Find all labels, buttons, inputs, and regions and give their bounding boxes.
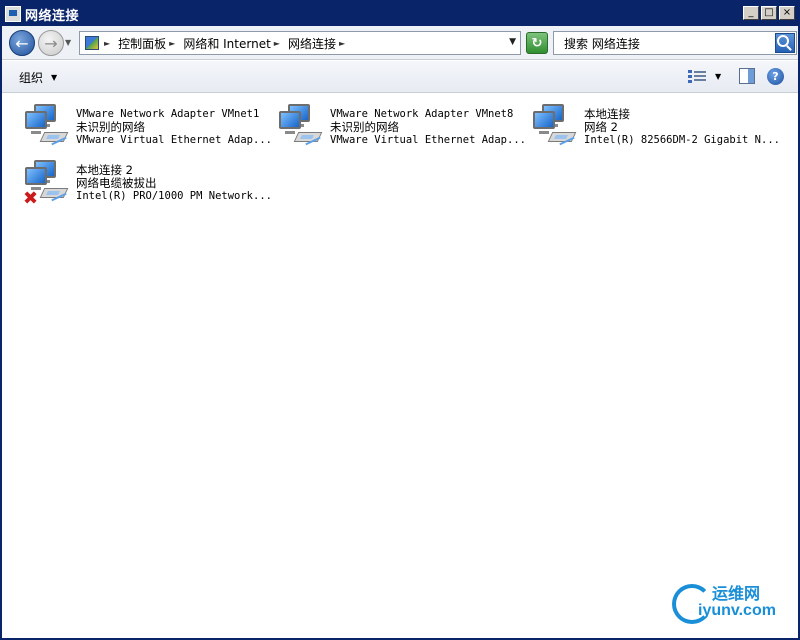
chevron-right-icon[interactable]: ► [274, 39, 280, 48]
connection-status: 网络电缆被拔出 [76, 176, 157, 190]
arrow-left-icon: ← [15, 33, 29, 53]
back-button[interactable]: ← [9, 30, 35, 56]
connection-status: 网络 2 [584, 120, 618, 134]
chevron-right-icon[interactable]: ► [169, 39, 175, 48]
network-adapter-icon [22, 100, 70, 148]
network-adapter-icon [530, 100, 578, 148]
network-adapter-icon: ✖ [22, 156, 70, 208]
breadcrumb-network-connections[interactable]: 网络连接 [288, 35, 336, 52]
navigation-bar: ← → ▼ ► 控制面板 ► 网络和 Internet ► 网络连接 ► ▼ ↻… [2, 26, 798, 60]
connection-device: VMware Virtual Ethernet Adap... [76, 134, 272, 146]
connection-status: 未识别的网络 [330, 120, 399, 134]
control-panel-icon [83, 34, 101, 52]
connection-item-local-2[interactable]: ✖ 本地连接 2 网络电缆被拔出 Intel(R) PRO/1000 PM Ne… [22, 156, 272, 210]
maximize-button[interactable]: □ [761, 6, 777, 20]
window-icon [5, 6, 21, 22]
breadcrumb-network-internet[interactable]: 网络和 Internet [183, 35, 270, 52]
watermark-logo: 运维网 iyunv.com [672, 578, 792, 628]
connection-device: VMware Virtual Ethernet Adap... [330, 134, 526, 146]
refresh-button[interactable]: ↻ [526, 32, 548, 54]
forward-button[interactable]: → [38, 30, 64, 56]
minimize-button[interactable]: _ [743, 6, 759, 20]
search-box[interactable]: 搜索 网络连接 [553, 31, 797, 55]
arrow-right-icon: → [44, 33, 58, 53]
breadcrumb-control-panel[interactable]: 控制面板 [118, 35, 166, 52]
organize-menu-button[interactable]: 组织 ▼ [19, 69, 57, 86]
connection-device: Intel(R) 82566DM-2 Gigabit N... [584, 134, 780, 146]
recent-pages-dropdown[interactable]: ▼ [65, 38, 71, 47]
chevron-down-icon: ▼ [51, 73, 58, 82]
refresh-icon: ↻ [531, 35, 543, 51]
network-adapter-icon [276, 100, 324, 148]
chevron-right-icon[interactable]: ► [104, 39, 110, 48]
disconnected-x-icon: ✖ [23, 188, 39, 209]
organize-label: 组织 [19, 71, 44, 85]
help-icon[interactable]: ? [767, 68, 784, 85]
window: 网络连接 _ □ × ← → ▼ ► 控制面板 ► 网络和 Internet ►… [0, 0, 800, 640]
window-title: 网络连接 [25, 8, 80, 24]
views-icon[interactable] [688, 69, 706, 85]
title-bar[interactable]: 网络连接 _ □ × [2, 2, 798, 26]
address-bar[interactable]: ► 控制面板 ► 网络和 Internet ► 网络连接 ► ▼ [79, 31, 521, 55]
preview-pane-icon[interactable] [739, 68, 755, 84]
watermark-text-top: 运维网 [712, 584, 761, 603]
close-button[interactable]: × [779, 6, 795, 20]
window-controls: _ □ × [743, 6, 795, 20]
connection-item-vmnet1[interactable]: VMware Network Adapter VMnet1 未识别的网络 VMw… [22, 100, 272, 154]
watermark-text-bottom: iyunv.com [698, 602, 776, 619]
connection-status: 未识别的网络 [76, 120, 145, 134]
views-dropdown[interactable]: ▼ [715, 72, 721, 81]
search-input[interactable]: 搜索 网络连接 [564, 35, 640, 52]
address-history-dropdown[interactable]: ▼ [509, 37, 516, 47]
connection-item-vmnet8[interactable]: VMware Network Adapter VMnet8 未识别的网络 VMw… [276, 100, 526, 154]
search-icon[interactable] [775, 33, 795, 53]
connection-item-local[interactable]: 本地连接 网络 2 Intel(R) 82566DM-2 Gigabit N..… [530, 100, 780, 154]
chevron-right-icon[interactable]: ► [339, 39, 345, 48]
connections-list: VMware Network Adapter VMnet1 未识别的网络 VMw… [2, 94, 798, 638]
command-bar: 组织 ▼ ▼ ? [2, 61, 798, 93]
connection-device: Intel(R) PRO/1000 PM Network... [76, 190, 272, 202]
